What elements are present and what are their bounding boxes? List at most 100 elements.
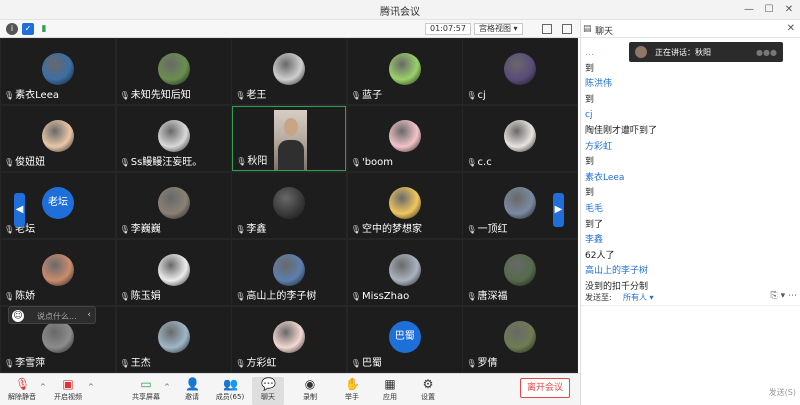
mic-off-icon: 🎙 [15, 377, 31, 391]
chat-sender: 李鑫 [585, 235, 604, 246]
participant-name: 🎙老王 [235, 86, 266, 101]
avatar [157, 321, 190, 353]
close-icon[interactable]: ✕ [782, 3, 796, 17]
chat-input[interactable] [585, 310, 795, 380]
participant-name-text: 蓝子 [361, 90, 382, 101]
participant-tile[interactable]: 🎙老王 [232, 39, 347, 104]
raise-hand-button[interactable]: ✋ 举手 [336, 377, 368, 405]
prev-page-icon[interactable]: ◀ [14, 193, 25, 227]
participant-name: 🎙李鑫 [235, 220, 266, 235]
chat-message: 到 [585, 63, 595, 74]
info-icon[interactable]: i [6, 23, 18, 35]
send-to-select[interactable]: 所有人 ▾ [623, 292, 654, 303]
speaking-text: 正在讲话：秋阳 [655, 48, 711, 57]
settings-button[interactable]: ⚙ 设置 [412, 377, 444, 405]
collapse-icon[interactable]: ‹ [87, 310, 91, 320]
participant-tile[interactable]: 🎙陈玉娟 [116, 240, 231, 305]
send-button[interactable]: 发送(S) [769, 387, 796, 398]
participant-tile[interactable]: 🎙c.c [463, 106, 578, 171]
participant-name-text: 高山上的李子树 [246, 291, 317, 302]
participant-tile[interactable]: 🎙蓝子 [347, 39, 462, 104]
mic-muted-icon: 🎙 [119, 158, 130, 167]
participant-tile[interactable]: 巴蜀 🎙巴蜀 [347, 307, 462, 372]
participant-name: 🎙陈娇 [4, 287, 35, 302]
participant-tile[interactable]: 🎙素衣Leea [1, 39, 115, 104]
participant-name: 🎙巴蜀 [351, 354, 382, 369]
participant-name: 🎙高山上的李子树 [235, 287, 316, 302]
apps-button[interactable]: ▦ 应用 [374, 377, 406, 405]
video-button[interactable]: ▣ 开启视频 [52, 377, 84, 405]
participant-name: 🎙李雪萍 [4, 354, 45, 369]
leave-meeting-button[interactable]: 离开会议 [520, 378, 570, 398]
fullscreen-icon[interactable] [542, 24, 552, 34]
avatar [42, 53, 74, 85]
chat-sender: 素衣Leea [585, 172, 625, 183]
meeting-topbar: i ✓ ▮ 01:07:57 宫格视图 ▾ [0, 20, 580, 38]
participant-tile[interactable]: 🎙方彩虹 [232, 307, 347, 372]
mic-muted-icon: 🎙 [119, 359, 130, 368]
members-button[interactable]: 👥 成员(65) [214, 377, 246, 405]
avatar [504, 187, 537, 219]
participant-tile[interactable]: 🎙未知先知后知 [116, 39, 231, 104]
settings-label: 设置 [421, 393, 435, 401]
emoji-icon[interactable]: ☺ [12, 310, 24, 322]
view-mode-button[interactable]: 宫格视图 ▾ [474, 23, 523, 35]
record-label: 录制 [303, 393, 317, 401]
record-button[interactable]: ◉ 录制 [294, 377, 326, 405]
avatar [504, 53, 537, 85]
gear-icon: ⚙ [422, 377, 434, 391]
participant-tile[interactable]: 🎙Ss鳗鳗汪妄旺。 [116, 106, 231, 171]
apps-icon: ▦ [384, 377, 396, 391]
share-options-caret[interactable]: ^ [164, 383, 170, 391]
participant-tile[interactable]: 🎙俊妞妞 [1, 106, 115, 171]
avatar [388, 187, 421, 219]
participant-name-text: 老王 [246, 90, 267, 101]
share-screen-button[interactable]: ▭ 共享屏幕 [130, 377, 162, 405]
participant-name: 🎙李巍巍 [120, 220, 161, 235]
participant-name-text: Ss鳗鳗汪妄旺。 [130, 157, 203, 168]
participant-tile[interactable]: 🎙罗倩 [463, 307, 578, 372]
shield-icon[interactable]: ✓ [22, 23, 34, 35]
participant-name-text: 俊妞妞 [15, 157, 46, 168]
maximize-icon[interactable]: ☐ [762, 3, 776, 17]
mic-muted-icon: 🎙 [466, 359, 477, 368]
mute-button[interactable]: 🎙 解除静音 [6, 377, 38, 405]
mic-muted-icon: 🎙 [350, 292, 361, 301]
invite-button[interactable]: 👤 邀请 [176, 377, 208, 405]
mic-options-caret[interactable]: ^ [40, 383, 46, 391]
chat-file-icon[interactable]: ⎘ ▾ ⋯ [771, 291, 797, 301]
participant-tile[interactable]: 🎙MissZhao [347, 240, 462, 305]
participant-name-text: 陈玉娟 [130, 291, 161, 302]
quick-chat-box[interactable]: ☺ 说点什么... ‹ [8, 306, 96, 324]
participant-tile[interactable]: 🎙王杰 [116, 307, 231, 372]
next-page-icon[interactable]: ▶ [553, 193, 564, 227]
participant-tile[interactable]: 🎙李巍巍 [116, 173, 231, 238]
participant-tile[interactable]: 🎙秋阳 [232, 106, 347, 171]
avatar [388, 254, 421, 286]
participant-tile[interactable]: 🎙空中的梦想家 [347, 173, 462, 238]
video-options-caret[interactable]: ^ [88, 383, 94, 391]
participant-name-text: 王杰 [130, 358, 151, 369]
mic-muted-icon: 🎙 [236, 157, 247, 166]
send-to-label: 发送至: [585, 293, 612, 302]
participant-name: 🎙Ss鳗鳗汪妄旺。 [120, 153, 203, 168]
participant-name: 🎙蓝子 [351, 86, 382, 101]
mic-muted-icon: 🎙 [235, 359, 246, 368]
chat-button[interactable]: 💬 聊天 [252, 377, 284, 405]
participant-tile[interactable]: 🎙陈娇 [1, 240, 115, 305]
chat-close-icon[interactable]: ✕ [787, 23, 795, 34]
participant-tile[interactable]: 🎙唐深福 [463, 240, 578, 305]
invite-label: 邀请 [185, 393, 199, 401]
speaker-more-icon: ●●● [756, 48, 777, 57]
mic-muted-icon: 🎙 [466, 91, 477, 100]
participant-tile[interactable]: 🎙高山上的李子树 [232, 240, 347, 305]
participant-name-text: 唐深福 [477, 291, 508, 302]
minimize-icon[interactable]: — [742, 3, 756, 17]
mic-muted-icon: 🎙 [235, 91, 246, 100]
participant-tile[interactable]: 🎙李鑫 [232, 173, 347, 238]
avatar [273, 321, 306, 353]
participant-tile[interactable]: 🎙'boom [347, 106, 462, 171]
layout-icon[interactable] [562, 24, 572, 34]
participant-tile[interactable]: 🎙cj [463, 39, 578, 104]
participant-name: 🎙罗倩 [466, 354, 497, 369]
